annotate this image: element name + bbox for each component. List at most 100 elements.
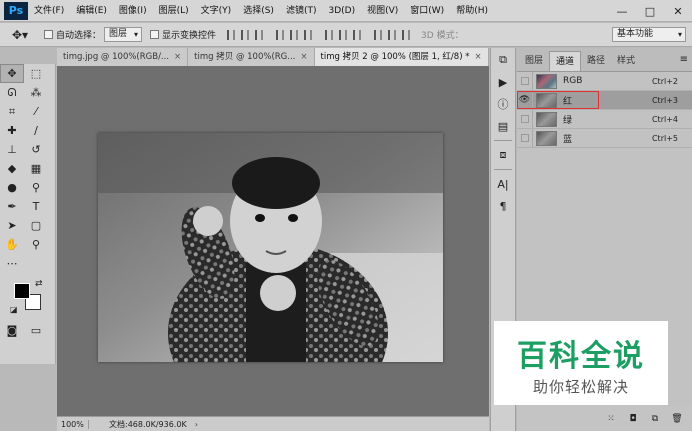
zoom-tool-icon[interactable]: ⚲: [24, 235, 48, 254]
more-tools-icon[interactable]: ⋯: [0, 254, 24, 273]
paragraph-panel-icon[interactable]: ¶: [491, 196, 515, 216]
align-right-icon[interactable]: [304, 29, 313, 40]
magic-wand-tool-icon[interactable]: ⁂: [24, 83, 48, 102]
minimize-button[interactable]: —: [608, 0, 636, 22]
brush-tool-icon[interactable]: ∕: [24, 121, 48, 140]
tab-close-icon[interactable]: ×: [474, 48, 481, 66]
menu-file[interactable]: 文件(F): [28, 0, 70, 22]
tab-layers[interactable]: 图层: [519, 51, 549, 71]
photo-child-grayscale: [98, 133, 443, 362]
menu-edit[interactable]: 编辑(E): [70, 0, 113, 22]
path-selection-tool-icon[interactable]: ➤: [0, 216, 24, 235]
menu-window[interactable]: 窗口(W): [404, 0, 450, 22]
channel-thumbnail: [536, 73, 557, 89]
channel-row-green[interactable]: 绿 Ctrl+4: [517, 109, 692, 129]
document-image[interactable]: [98, 133, 443, 362]
blur-tool-icon[interactable]: ●: [0, 178, 24, 197]
close-button[interactable]: ✕: [664, 0, 692, 22]
distribute-vcenter-icon[interactable]: [339, 29, 348, 40]
channel-row-red[interactable]: 👁 红 Ctrl+3: [517, 90, 692, 110]
align-bottom-icon[interactable]: [255, 29, 264, 40]
distribute-hcenter-icon[interactable]: [388, 29, 397, 40]
options-bar: ✥▾ 自动选择： 图层 显示变换控件 3D 模式： 基本功能: [0, 23, 692, 47]
move-tool-preset-icon[interactable]: ✥▾: [4, 25, 36, 45]
foreground-color-swatch[interactable]: [14, 283, 30, 299]
workspace-dropdown[interactable]: 基本功能: [612, 27, 686, 42]
zoom-level[interactable]: 100%: [57, 419, 89, 429]
gradient-tool-icon[interactable]: ▦: [24, 159, 48, 178]
delete-channel-icon[interactable]: 🗑: [670, 412, 684, 426]
menu-view[interactable]: 视图(V): [361, 0, 404, 22]
properties-panel-icon[interactable]: ▤: [491, 116, 515, 136]
swap-colors-icon[interactable]: ⇄: [35, 279, 43, 289]
mode-3d-label: 3D 模式：: [421, 31, 464, 41]
quick-mask-icon[interactable]: ◙: [0, 321, 24, 340]
load-selection-icon[interactable]: ⁙: [604, 412, 618, 426]
screen-mode-icon[interactable]: ▭: [24, 321, 48, 340]
distribute-bottom-icon[interactable]: [353, 29, 362, 40]
new-channel-icon[interactable]: ⧉: [648, 412, 662, 426]
align-hcenter-icon[interactable]: [290, 29, 299, 40]
auto-select-dropdown[interactable]: 图层: [104, 27, 143, 42]
lasso-tool-icon[interactable]: ᘏ: [0, 83, 24, 102]
tab-timg-copy-2[interactable]: timg 拷贝 2 @ 100% (图层 1, 红/8) * ×: [314, 48, 489, 66]
shape-tool-icon[interactable]: ▢: [24, 216, 48, 235]
tab-paths[interactable]: 路径: [581, 51, 611, 71]
menu-help[interactable]: 帮助(H): [450, 0, 494, 22]
distribute-top-icon[interactable]: [325, 29, 334, 40]
healing-brush-tool-icon[interactable]: ✚: [0, 121, 24, 140]
menu-3d[interactable]: 3D(D): [322, 0, 361, 22]
actions-play-icon[interactable]: ▶: [491, 72, 515, 92]
document-size: 文档:468.0K/936.0K: [109, 419, 187, 429]
distribute-left-icon[interactable]: [374, 29, 383, 40]
menu-select[interactable]: 选择(S): [237, 0, 280, 22]
crop-tool-icon[interactable]: ⌗: [0, 102, 24, 121]
tab-styles[interactable]: 样式: [611, 51, 641, 71]
canvas-area[interactable]: [57, 66, 489, 416]
visibility-toggle[interactable]: [517, 71, 533, 91]
status-menu-icon[interactable]: ›: [195, 420, 198, 429]
marquee-tool-icon[interactable]: ⬚: [24, 64, 48, 83]
menu-filter[interactable]: 滤镜(T): [280, 0, 323, 22]
panel-tab-bar: 图层 通道 路径 样式 ≡: [517, 48, 692, 72]
menu-bar: Ps 文件(F) 编辑(E) 图像(I) 图层(L) 文字(Y) 选择(S) 滤…: [0, 0, 692, 22]
menu-image[interactable]: 图像(I): [113, 0, 153, 22]
info-panel-icon[interactable]: ⓘ: [491, 94, 515, 114]
pen-tool-icon[interactable]: ✒: [0, 197, 24, 216]
align-top-icon[interactable]: [227, 29, 236, 40]
show-transform-checkbox[interactable]: [150, 30, 160, 39]
menu-type[interactable]: 文字(Y): [195, 0, 238, 22]
eye-hidden-icon: [520, 77, 529, 85]
character-panel-icon[interactable]: A|: [491, 174, 515, 194]
move-tool-icon[interactable]: ✥: [0, 64, 24, 83]
save-selection-icon[interactable]: ◘: [626, 412, 640, 426]
channel-shortcut: Ctrl+3: [651, 95, 678, 105]
clone-source-icon[interactable]: ⧈: [491, 145, 515, 165]
tab-close-icon[interactable]: ×: [174, 48, 181, 66]
auto-select-checkbox[interactable]: [44, 30, 53, 39]
align-buttons: [224, 29, 413, 40]
menu-layer[interactable]: 图层(L): [153, 0, 195, 22]
tab-timg-copy[interactable]: timg 拷贝 @ 100%(RG... ×: [188, 48, 315, 66]
tab-close-icon[interactable]: ×: [300, 48, 307, 66]
default-colors-icon[interactable]: ◪: [10, 305, 18, 314]
maximize-button[interactable]: □: [636, 0, 664, 22]
eyedropper-tool-icon[interactable]: ⁄: [24, 102, 48, 121]
clone-stamp-tool-icon[interactable]: ⊥: [0, 140, 24, 159]
dodge-tool-icon[interactable]: ⚲: [24, 178, 48, 197]
history-brush-tool-icon[interactable]: ↺: [24, 140, 48, 159]
panel-menu-icon[interactable]: ≡: [680, 54, 688, 65]
eraser-tool-icon[interactable]: ◆: [0, 159, 24, 178]
channel-row-blue[interactable]: 蓝 Ctrl+5: [517, 128, 692, 148]
history-panel-icon[interactable]: ⧉: [491, 50, 515, 70]
visibility-toggle[interactable]: [517, 128, 533, 148]
distribute-right-icon[interactable]: [402, 29, 411, 40]
align-vcenter-icon[interactable]: [241, 29, 250, 40]
visibility-toggle[interactable]: [517, 109, 533, 129]
tab-timg-jpg[interactable]: timg.jpg @ 100%(RGB/... ×: [57, 48, 189, 66]
channel-row-rgb[interactable]: RGB Ctrl+2: [517, 71, 692, 91]
tab-channels[interactable]: 通道: [549, 51, 582, 71]
type-tool-icon[interactable]: T: [24, 197, 48, 216]
hand-tool-icon[interactable]: ✋: [0, 235, 24, 254]
align-left-icon[interactable]: [276, 29, 285, 40]
